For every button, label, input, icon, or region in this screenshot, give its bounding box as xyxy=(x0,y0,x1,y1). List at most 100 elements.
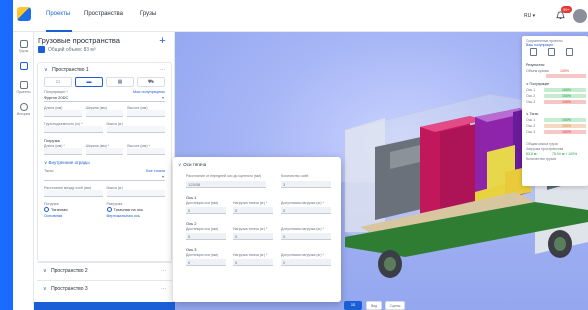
preset-select[interactable]: Фургон 20DC ▾ xyxy=(44,95,165,102)
axle-3-distance-input[interactable]: 0 xyxy=(186,259,226,266)
notification-badge: 99+ xyxy=(561,6,572,13)
field1-input[interactable]: 125/08 xyxy=(186,181,266,188)
taxle-2-label: Ось 2 xyxy=(526,124,536,128)
chevron-down-icon: ∨ xyxy=(43,268,47,274)
tractor-title: ∨ Тягач xyxy=(526,112,539,116)
axle-3-max-label: Допустимая нагрузка (кг) * xyxy=(281,253,324,257)
more-icon[interactable]: ··· xyxy=(160,67,165,73)
axle-2-label: Ось 2 xyxy=(526,94,536,98)
axle-3-load-input[interactable]: 0 xyxy=(233,259,273,266)
summary-count-label: Количество грузов xyxy=(526,157,557,161)
door-dimensions-row: Длина (мм) * Ширина (мм) * Высота (мм) * xyxy=(44,144,166,155)
chevron-down-icon: ∨ xyxy=(43,286,47,292)
axle-2-load-input[interactable]: 0 xyxy=(233,233,273,240)
axle-2-load-label: Нагрузка тягача (кг) * xyxy=(233,227,268,231)
type-tab-box[interactable]: ▭ xyxy=(44,77,72,87)
rail-item-history[interactable]: История xyxy=(13,103,34,116)
axle-1-distance-label: Дистанция оси (мм) xyxy=(186,201,219,205)
trailer-link[interactable]: Ваш полуприцеп xyxy=(526,43,553,47)
axle-2-max-input[interactable]: 0 xyxy=(281,233,331,240)
space-2-header[interactable]: ∨ Пространство 2 ··· xyxy=(37,262,172,278)
type-tab-truck[interactable]: ⛟ xyxy=(137,77,165,87)
width-input[interactable] xyxy=(85,110,124,117)
axle-1-distance-input[interactable]: 0 xyxy=(186,207,226,214)
axle-2-max-label: Допустимая нагрузка (кг) * xyxy=(281,227,324,231)
capacity-input[interactable] xyxy=(44,126,103,133)
chevron-down-icon: ∨ xyxy=(178,162,182,167)
avatar[interactable] xyxy=(573,9,587,23)
space-3-header[interactable]: ∨ Пространство 3 ··· xyxy=(37,280,172,296)
history-icon xyxy=(19,103,28,111)
unloading-label: Разгрузка xyxy=(106,202,123,206)
axle-1-max-label: Допустимая нагрузка (кг) * xyxy=(281,201,324,205)
summary-mass-label: Общая масса груза xyxy=(526,142,558,146)
volume-icon xyxy=(38,46,45,53)
app-frame: Проекты Пространства Грузы RU ▾ 99+ Груз… xyxy=(13,0,588,310)
unloading-radio[interactable]: Тягачная на ось xyxy=(106,207,166,213)
door-width-input[interactable] xyxy=(85,148,124,155)
view-3d-button[interactable]: 3D xyxy=(344,301,362,310)
left-rail: Грузы Проекты История xyxy=(13,32,34,310)
type-tab-container[interactable]: ▦ xyxy=(106,77,134,87)
space-1-card: ∨ Пространство 1 ··· ▭ ▬ ▦ ⛟ Полуприцеп … xyxy=(37,62,172,262)
tab-cargo[interactable]: Грузы xyxy=(140,11,156,17)
my-trailers-link[interactable]: Мои полуприцепы xyxy=(133,90,165,94)
loading-radio[interactable]: Тягачная xyxy=(44,207,103,213)
taxle-3-label: Ось 3 xyxy=(526,130,536,134)
axle-distance-input[interactable] xyxy=(44,190,103,197)
inner-section-toggle[interactable]: ∨ Внутренние ограды xyxy=(44,160,165,166)
type-tab-van[interactable]: ▬ xyxy=(75,77,103,87)
trash-icon[interactable] xyxy=(530,48,537,56)
rail-item-spaces[interactable] xyxy=(13,62,34,71)
tab-spaces[interactable]: Пространства xyxy=(84,11,123,17)
axle-3-load-label: Нагрузка тягача (кг) * xyxy=(233,253,268,257)
load-row: Расстояние между осей (мм) Масса (кг) xyxy=(44,186,165,197)
space-1-header[interactable]: ∨ Пространство 1 ··· xyxy=(38,63,171,77)
more-icon[interactable]: ··· xyxy=(161,286,166,292)
unloading-alt-link[interactable]: Вертикальная ось xyxy=(107,213,166,218)
loading-alt-link[interactable]: Основная xyxy=(44,213,103,218)
mass-input[interactable] xyxy=(106,126,165,133)
chevron-down-icon: ▾ xyxy=(161,174,164,179)
volume-bar xyxy=(546,74,586,78)
axle-1-load-input[interactable]: 0 xyxy=(233,207,273,214)
axle-2-distance-input[interactable]: 0 xyxy=(186,233,226,240)
volume-label: Объем кузова xyxy=(526,69,549,73)
axle-3-title: Ось 3 xyxy=(186,247,197,252)
door-title: Погрузка xyxy=(44,139,60,143)
view-button[interactable]: Вид xyxy=(366,301,382,310)
space-type-tabs: ▭ ▬ ▦ ⛟ xyxy=(44,77,165,87)
preset-label: Полуприцеп * Мои полуприцепы xyxy=(44,90,165,94)
axle-1-load-label: Нагрузка тягача (кг) * xyxy=(233,201,268,205)
axle-3-max-input[interactable]: 0 xyxy=(281,259,331,266)
copy-icon[interactable] xyxy=(548,48,555,56)
tractor-select[interactable]: ▾ xyxy=(44,174,165,181)
top-bar: Проекты Пространства Грузы RU ▾ 99+ xyxy=(13,0,588,32)
language-selector[interactable]: RU ▾ xyxy=(524,13,535,19)
axle-2-title: Ось 2 xyxy=(186,221,197,226)
chevron-down-icon: ∨ xyxy=(44,67,48,73)
add-space-button[interactable]: + xyxy=(150,32,174,52)
app-logo-icon[interactable] xyxy=(17,7,31,21)
tractor-mass-input[interactable] xyxy=(106,190,165,197)
door-height-input[interactable] xyxy=(127,148,166,155)
scenes-button[interactable]: Сцены xyxy=(385,301,405,310)
field2-input[interactable]: 3 xyxy=(281,181,331,188)
dimensions-row: Длина (мм) Ширина (мм) Высота (мм) xyxy=(44,106,166,117)
rail-item-cargo[interactable]: Грузы xyxy=(13,40,34,53)
more-icon[interactable]: ··· xyxy=(161,268,166,274)
door-length-input[interactable] xyxy=(44,148,82,155)
rail-item-projects[interactable]: Проекты xyxy=(13,81,34,94)
axle-1-max-input[interactable]: 0 xyxy=(281,207,331,214)
export-icon[interactable] xyxy=(566,48,573,56)
truck-icon xyxy=(19,62,28,70)
popup-title[interactable]: ∨ Оси тягача xyxy=(178,162,206,168)
semitrailer-title: ∨ Полуприцеп xyxy=(526,82,550,86)
axle-3-label: Ось 3 xyxy=(526,100,536,104)
loading-label: Погрузка xyxy=(44,202,59,206)
tab-projects[interactable]: Проекты xyxy=(46,11,70,17)
length-input[interactable] xyxy=(44,110,82,117)
height-input[interactable] xyxy=(127,110,166,117)
all-tractors-link[interactable]: Все тягачи xyxy=(146,169,165,173)
axle-3-distance-label: Дистанция оси (мм) xyxy=(186,253,219,257)
